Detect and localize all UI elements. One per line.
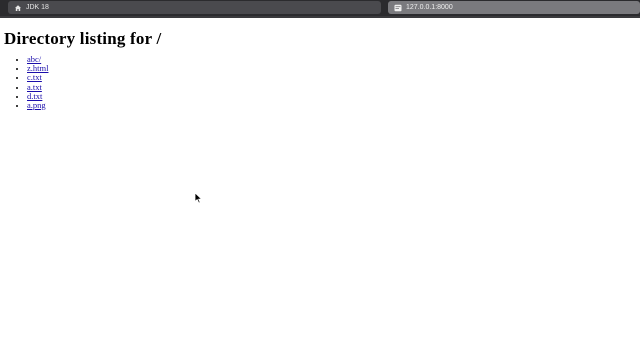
browser-top-bar: JDK 18 127.0.0.1:8000 <box>0 0 640 18</box>
list-item: a.png <box>27 100 640 110</box>
list-item: z.html <box>27 64 640 73</box>
file-link-a-png[interactable]: a.png <box>27 100 46 110</box>
list-item: c.txt <box>27 73 640 82</box>
tab-jdk18[interactable]: JDK 18 <box>8 1 381 14</box>
file-list: abc/ z.html c.txt a.txt d.txt a.png <box>4 54 640 110</box>
list-item: abc/ <box>27 54 640 64</box>
page-title: Directory listing for / <box>4 29 162 48</box>
tab-label: JDK 18 <box>26 4 49 11</box>
page-content: Directory listing for / abc/ z.html c.tx… <box>0 20 640 360</box>
list-item: a.txt <box>27 82 640 92</box>
tab-label: 127.0.0.1:8000 <box>406 4 453 11</box>
home-icon <box>14 4 22 12</box>
tab-localhost[interactable]: 127.0.0.1:8000 <box>388 1 640 14</box>
page-icon <box>394 4 402 12</box>
list-item: d.txt <box>27 91 640 101</box>
